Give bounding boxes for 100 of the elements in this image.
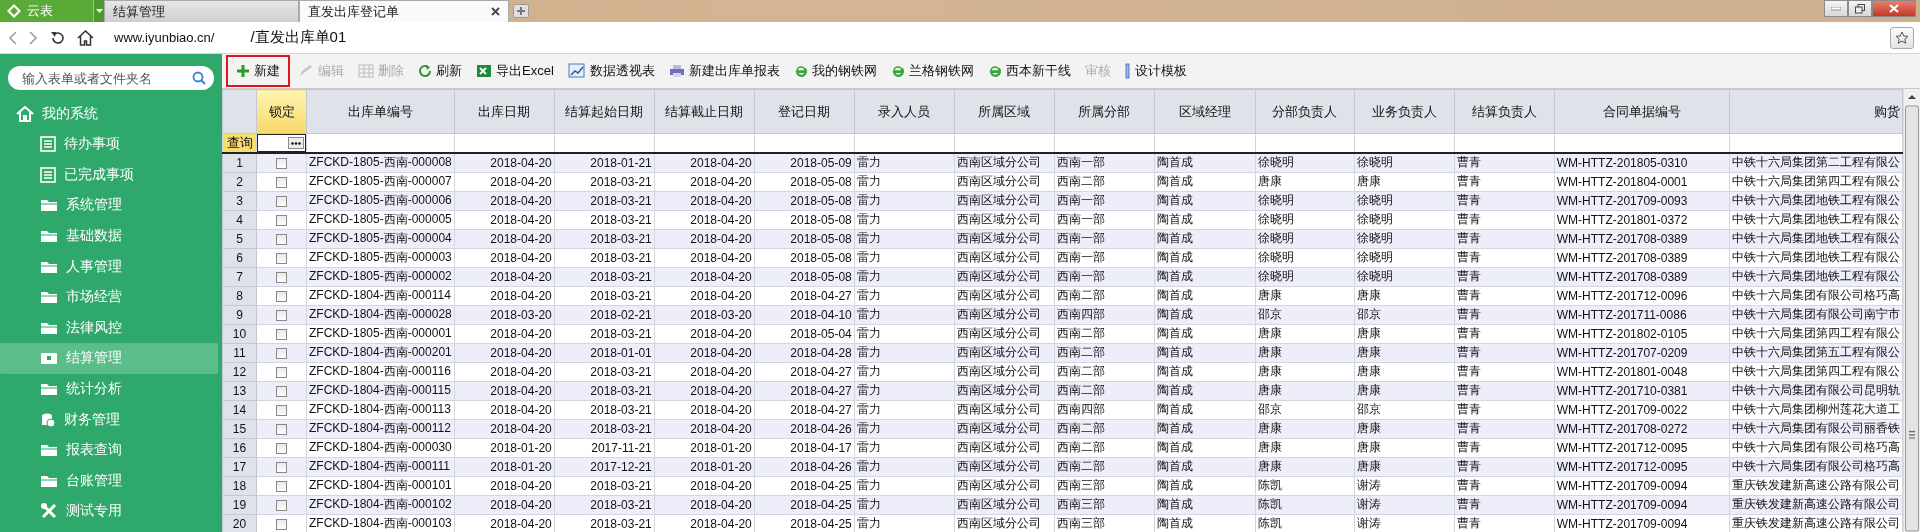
toolbar-button[interactable]: 我的钢铁网 (787, 59, 883, 83)
column-header[interactable]: 合同单据编号 (1554, 89, 1730, 134)
column-header[interactable]: 分部负责人 (1255, 89, 1355, 134)
column-header[interactable]: 所属分部 (1054, 89, 1155, 134)
checkbox[interactable] (276, 347, 287, 359)
column-header[interactable]: 锁定 (256, 89, 307, 134)
tab[interactable]: 直发出库登记单 (299, 0, 509, 22)
table-cell: 2018-05-04 (754, 324, 855, 343)
checkbox[interactable] (276, 176, 287, 188)
bookmark-button[interactable] (1890, 26, 1914, 49)
table-cell: ZFCKD-1805-西南-000001 (306, 324, 455, 343)
table-cell: 邵京 (1354, 400, 1455, 419)
column-header[interactable]: 购货 (1729, 89, 1903, 134)
scroll-thumb[interactable] (1905, 105, 1919, 532)
column-header[interactable]: 登记日期 (754, 89, 855, 134)
toolbar-button[interactable]: 设计模板 (1118, 59, 1193, 83)
checkbox[interactable] (276, 423, 287, 435)
checkbox[interactable] (276, 518, 287, 530)
scrollbar[interactable] (1903, 89, 1920, 532)
column-header[interactable]: 出库单编号 (306, 89, 455, 134)
column-header[interactable]: 录入人员 (854, 89, 955, 134)
toolbar-button[interactable]: 导出Excel (470, 59, 560, 83)
table-cell: 2018-04-20 (654, 210, 755, 229)
table-cell: 2018-05-08 (754, 248, 855, 267)
table-cell: 2018-04-20 (654, 248, 755, 267)
back-icon[interactable] (8, 30, 17, 45)
table-cell: 西南二部 (1054, 286, 1155, 305)
column-header[interactable]: 结算负责人 (1454, 89, 1555, 134)
table-cell: 2018-04-20 (454, 286, 555, 305)
checkbox[interactable] (276, 499, 287, 511)
table-cell: 邵京 (1255, 400, 1355, 419)
table-cell: 中铁十六局集团地铁工程有限公 (1729, 248, 1903, 267)
table-cell: 中铁十六局集团有限公司格巧高 (1729, 286, 1903, 305)
column-header[interactable]: 区域经理 (1154, 89, 1256, 134)
checkbox[interactable] (276, 214, 287, 226)
table-cell: 2018-05-08 (754, 172, 855, 191)
table-cell: ZFCKD-1804-西南-000101 (306, 476, 455, 495)
checkbox[interactable] (276, 328, 287, 340)
checkbox[interactable] (276, 366, 287, 378)
toolbar-button[interactable]: 西本新干线 (981, 59, 1077, 83)
filter-field[interactable] (257, 134, 306, 152)
column-header[interactable]: 所属区域 (954, 89, 1055, 134)
table-cell: 曹青 (1454, 324, 1555, 343)
table-cell: 2018-04-20 (454, 476, 555, 495)
table-cell: 陶首成 (1154, 286, 1256, 305)
checkbox[interactable] (276, 233, 287, 245)
toolbar-button[interactable]: 新建出库单报表 (662, 59, 786, 83)
column-header[interactable]: 出库日期 (454, 89, 555, 134)
column-header[interactable]: 结算截止日期 (654, 89, 755, 134)
table-cell: 陶首成 (1154, 476, 1256, 495)
table-cell: 西南区域分公司 (954, 362, 1055, 381)
close-button[interactable] (1872, 0, 1916, 17)
toolbar-button[interactable]: 新建 (226, 55, 290, 87)
column-header[interactable]: 业务负责人 (1354, 89, 1455, 134)
tab[interactable]: 结算管理 (104, 0, 299, 22)
table-cell: 2018-03-21 (554, 210, 655, 229)
restore-button[interactable] (1848, 0, 1872, 17)
more-button[interactable] (288, 137, 304, 149)
search-field[interactable]: 输入表单或者文件夹名 (8, 66, 214, 90)
new-tab-button[interactable] (513, 4, 529, 18)
table-cell: ZFCKD-1805-西南-000003 (306, 248, 455, 267)
table-cell: 2018-04-20 (654, 362, 755, 381)
checkbox[interactable] (276, 290, 287, 302)
checkbox[interactable] (276, 404, 287, 416)
table-cell: 唐康 (1255, 362, 1355, 381)
reload-icon[interactable] (50, 30, 65, 45)
table-cell: 雷力 (854, 514, 955, 532)
checkbox[interactable] (276, 442, 287, 454)
table-cell: 陶首成 (1154, 172, 1256, 191)
table-cell: 2018-05-08 (754, 210, 855, 229)
checkbox[interactable] (276, 461, 287, 473)
table-cell: 2018-03-21 (554, 248, 655, 267)
column-header[interactable]: 结算起始日期 (554, 89, 655, 134)
table-cell: 西南一部 (1054, 210, 1155, 229)
table-cell: 雷力 (854, 210, 955, 229)
home-icon[interactable] (77, 29, 94, 46)
table-cell: 唐康 (1354, 286, 1455, 305)
checkbox[interactable] (276, 252, 287, 264)
checkbox[interactable] (276, 195, 287, 207)
table-cell: 西南一部 (1054, 248, 1155, 267)
toolbar-button[interactable]: 数据透视表 (561, 59, 661, 83)
checkbox[interactable] (276, 158, 287, 170)
dropdown-button[interactable] (93, 0, 104, 22)
table-cell: 西南四部 (1054, 400, 1155, 419)
table-cell: 重庆铁发建新高速公路有限公司 (1729, 476, 1903, 495)
checkbox[interactable] (276, 385, 287, 397)
toolbar-button[interactable]: 兰格钢铁网 (884, 59, 980, 83)
page-path: /直发出库单01 (250, 28, 347, 47)
checkbox[interactable] (276, 271, 287, 283)
forward-icon[interactable] (29, 30, 38, 45)
toolbar-button[interactable]: 刷新 (412, 59, 468, 83)
table-cell: 2018-04-20 (454, 324, 555, 343)
table-cell: 雷力 (854, 400, 955, 419)
checkbox[interactable] (276, 309, 287, 321)
close-icon[interactable] (491, 7, 500, 16)
list-icon (40, 166, 56, 183)
table-cell: 雷力 (854, 286, 955, 305)
search-icon[interactable] (192, 71, 206, 85)
checkbox[interactable] (276, 480, 287, 492)
folder-icon (40, 473, 58, 488)
